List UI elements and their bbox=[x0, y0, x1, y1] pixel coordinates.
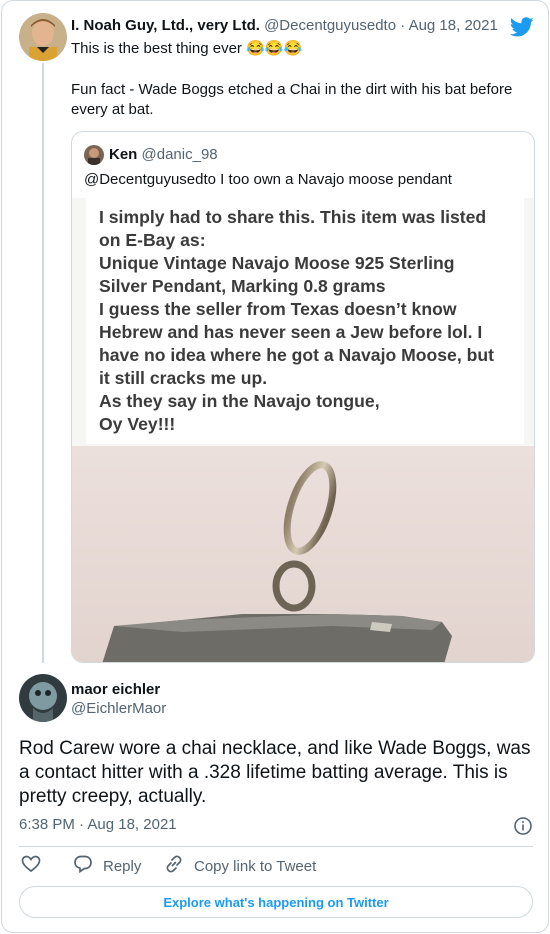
reply-avatar[interactable] bbox=[19, 674, 67, 722]
reply-button[interactable]: Reply bbox=[73, 854, 141, 878]
quoted-tweet[interactable]: Ken @danic_98 @Decentguyusedto I too own… bbox=[71, 131, 535, 663]
parent-date[interactable]: Aug 18, 2021 bbox=[409, 17, 498, 34]
copy-link-label[interactable]: Copy link to Tweet bbox=[194, 858, 316, 875]
copy-link-button[interactable]: Copy link to Tweet bbox=[164, 854, 316, 878]
explore-twitter-button[interactable]: Explore what's happening on Twitter bbox=[19, 886, 533, 918]
embedded-tweet-card: I. Noah Guy, Ltd., very Ltd. @Decentguyu… bbox=[1, 0, 549, 933]
note-line: Unique Vintage Navajo Moose 925 Sterling bbox=[99, 253, 455, 273]
parent-avatar[interactable] bbox=[19, 13, 67, 61]
reply-label[interactable]: Reply bbox=[103, 858, 141, 875]
reply-author-name[interactable]: maor eichler bbox=[71, 681, 160, 698]
twitter-bird-icon[interactable] bbox=[509, 15, 534, 39]
quoted-avatar[interactable] bbox=[84, 145, 104, 165]
screenshot-note-area: I simply had to share this. This item wa… bbox=[72, 198, 534, 446]
separator-dot: · bbox=[79, 816, 85, 833]
quoted-media[interactable]: I simply had to share this. This item wa… bbox=[72, 198, 534, 662]
parent-tweet-text-line1: This is the best thing ever 😂😂😂 bbox=[71, 39, 302, 57]
reply-timestamp[interactable]: 6:38 PM · Aug 18, 2021 bbox=[19, 816, 177, 833]
parent-author-handle[interactable]: @Decentguyusedto bbox=[264, 17, 396, 34]
quoted-author-name[interactable]: Ken bbox=[109, 146, 137, 163]
quoted-tweet-text: @Decentguyusedto I too own a Navajo moos… bbox=[84, 171, 452, 188]
link-icon[interactable] bbox=[164, 854, 184, 878]
pendant-photo bbox=[72, 446, 534, 662]
reply-date[interactable]: Aug 18, 2021 bbox=[87, 816, 176, 833]
note-line: As they say in the Navajo tongue, bbox=[99, 391, 380, 411]
note-line: have no idea where he got a Navajo Moose… bbox=[99, 345, 494, 365]
reply-author-handle[interactable]: @EichlerMaor bbox=[71, 700, 166, 717]
parent-tweet-text-line2: Fun fact - Wade Boggs etched a Chai in t… bbox=[71, 81, 513, 118]
note-line: I guess the seller from Texas doesn’t kn… bbox=[99, 299, 457, 319]
parent-author-name[interactable]: I. Noah Guy, Ltd., very Ltd. bbox=[71, 17, 260, 34]
quoted-header: Ken @danic_98 bbox=[109, 146, 218, 163]
separator-dot: · bbox=[400, 17, 406, 34]
note-line: Hebrew and has never seen a Jew before l… bbox=[99, 322, 483, 342]
heart-icon[interactable] bbox=[21, 854, 41, 878]
parent-text-first: This is the best thing ever bbox=[71, 40, 242, 57]
thread-line bbox=[42, 63, 44, 663]
parent-header: I. Noah Guy, Ltd., very Ltd. @Decentguyu… bbox=[71, 17, 498, 34]
screenshot-note-text: I simply had to share this. This item wa… bbox=[99, 206, 519, 436]
note-line: Oy Vey!!! bbox=[99, 414, 176, 434]
like-button[interactable] bbox=[21, 854, 41, 878]
divider bbox=[19, 846, 533, 847]
quoted-author-handle[interactable]: @danic_98 bbox=[142, 146, 218, 163]
note-line: on E-Bay as: bbox=[99, 230, 206, 250]
note-line: Silver Pendant, Marking 0.8 grams bbox=[99, 276, 386, 296]
reply-time[interactable]: 6:38 PM bbox=[19, 816, 75, 833]
speech-bubble-icon[interactable] bbox=[73, 854, 93, 878]
note-line: I simply had to share this. This item wa… bbox=[99, 207, 487, 227]
laughing-emoji-icon: 😂😂😂 bbox=[246, 40, 303, 57]
info-icon[interactable] bbox=[513, 816, 533, 836]
reply-tweet-text: Rod Carew wore a chai necklace, and like… bbox=[19, 738, 531, 807]
note-line: it still cracks me up. bbox=[99, 368, 268, 388]
